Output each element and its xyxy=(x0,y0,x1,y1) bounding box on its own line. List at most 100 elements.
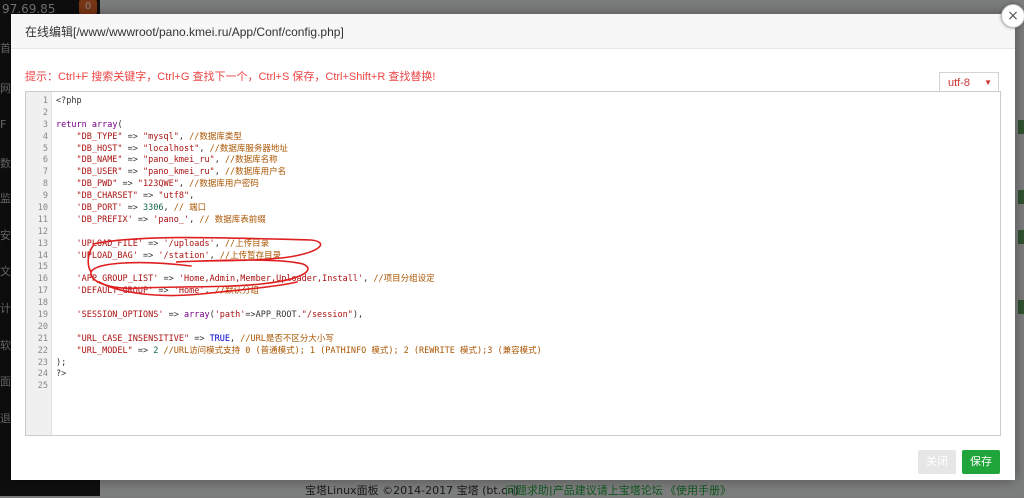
save-button[interactable]: 保存 xyxy=(962,450,1000,474)
code-line: 13 'UPLOAD_FILE' => '/uploads', //上传目录 xyxy=(26,239,1000,251)
code-token: TRUE xyxy=(209,333,231,344)
code-token: => xyxy=(137,250,159,261)
code-token: => xyxy=(122,131,144,142)
code-token: , xyxy=(178,131,190,142)
line-number: 9 xyxy=(42,191,48,202)
code-token: '/uploads' xyxy=(163,238,215,249)
line-number: 2 xyxy=(42,107,48,118)
line-number: 7 xyxy=(42,167,48,178)
code-token: "DB_HOST" xyxy=(76,143,123,154)
line-number: 21 xyxy=(37,333,48,344)
line-number: 15 xyxy=(37,262,48,273)
code-token: "utf8" xyxy=(158,191,190,202)
code-token: 3306 xyxy=(143,203,164,214)
code-line: 19 'SESSION_OPTIONS' => array('path'=>AP… xyxy=(26,310,1000,322)
line-number: 18 xyxy=(37,298,48,309)
code-token: array xyxy=(91,119,118,130)
code-line: 6 "DB_NAME" => "pano_kmei_ru", //数据库名称 xyxy=(26,155,1000,167)
code-text: "DB_HOST" => "localhost", //数据库服务器地址 xyxy=(56,143,288,156)
code-line: 10 'DB_PORT' => 3306, // 端口 xyxy=(26,203,1000,215)
shortcut-hint: 提示：Ctrl+F 搜索关键字，Ctrl+G 查找下一个，Ctrl+S 保存，C… xyxy=(25,71,436,83)
code-token: //URL是否不区分大小写 xyxy=(240,333,334,344)
line-number: 5 xyxy=(42,143,48,154)
dialog-title: 在线编辑[/www/wwwroot/pano.kmei.ru/App/Conf/… xyxy=(25,25,344,39)
code-token: "DB_PWD" xyxy=(76,179,118,190)
code-text: <?php xyxy=(56,96,82,108)
code-token: , xyxy=(214,238,225,249)
code-token: => xyxy=(137,191,159,202)
code-text: 'DB_PORT' => 3306, // 端口 xyxy=(56,203,206,215)
code-token: "URL_CASE_INSENSITIVE" xyxy=(76,333,190,344)
code-line: 1 <?php xyxy=(26,96,1000,108)
code-lines: 1 <?php 2 3 return array(4 "DB_TYPE" => "mys… xyxy=(26,96,1000,393)
code-text: 'DEFAULT_GROUP' => 'Home', //默认分组 xyxy=(56,286,259,298)
code-token: => xyxy=(132,345,154,356)
code-token: "mysql" xyxy=(143,131,179,142)
code-line: 16 'APP_GROUP_LIST' => 'Home,Admin,Membe… xyxy=(26,274,1000,286)
code-text: 'SESSION_OPTIONS' => array('path'=>APP_R… xyxy=(56,310,363,322)
code-token: => xyxy=(163,310,184,321)
code-text: "URL_CASE_INSENSITIVE" => TRUE, //URL是否不… xyxy=(56,333,334,346)
code-token: => xyxy=(132,214,154,225)
code-token: 'DEFAULT_GROUP' xyxy=(76,286,154,297)
online-editor-dialog: 在线编辑[/www/wwwroot/pano.kmei.ru/App/Conf/… xyxy=(11,4,1024,480)
code-line: 15 xyxy=(26,262,1000,274)
code-token: //项目分组设定 xyxy=(373,274,435,285)
code-token: "/session" xyxy=(301,310,353,321)
encoding-select[interactable]: utf-8 ▼ xyxy=(939,72,999,92)
code-text: 'DB_PREFIX' => 'pano_', // 数据库表前缀 xyxy=(56,214,265,227)
code-line: 9 "DB_CHARSET" => "utf8", xyxy=(26,191,1000,203)
line-number: 13 xyxy=(37,238,48,249)
code-token: //数据库名称 xyxy=(224,155,278,166)
code-token: "DB_NAME" xyxy=(76,155,123,166)
encoding-value: utf-8 xyxy=(948,77,971,89)
code-line: 11 'DB_PREFIX' => 'pano_', // 数据库表前缀 xyxy=(26,215,1000,227)
code-token: , xyxy=(189,191,195,202)
code-text: "DB_USER" => "pano_kmei_ru", //数据库用户名 xyxy=(56,167,286,179)
code-line: 24 ?> xyxy=(26,369,1000,381)
code-token: //默认分组 xyxy=(214,286,259,297)
line-number: 16 xyxy=(37,274,48,285)
code-line: 21 "URL_CASE_INSENSITIVE" => TRUE, //URL… xyxy=(26,334,1000,346)
code-token: 'UPLOAD_BAG' xyxy=(76,250,138,261)
code-editor[interactable]: 1 <?php 2 3 return array(4 "DB_TYPE" => "mys… xyxy=(25,91,1001,436)
line-number: 6 xyxy=(42,155,48,166)
code-token: 'UPLOAD_FILE' xyxy=(76,238,144,249)
code-line: 20 xyxy=(26,322,1000,334)
code-text: ?> xyxy=(56,369,66,381)
close-button[interactable]: 关闭 xyxy=(918,450,956,474)
code-token: ), xyxy=(352,310,364,321)
code-token: , xyxy=(209,250,220,261)
code-text: "DB_NAME" => "pano_kmei_ru", //数据库名称 xyxy=(56,155,278,167)
code-text: 'APP_GROUP_LIST' => 'Home,Admin,Member,U… xyxy=(56,274,435,286)
chevron-down-icon: ▼ xyxy=(984,78,992,87)
code-text: 'UPLOAD_FILE' => '/uploads', //上传目录 xyxy=(56,239,269,251)
code-line: 5 "DB_HOST" => "localhost", //数据库服务器地址 xyxy=(26,144,1000,156)
line-number: 17 xyxy=(37,286,48,297)
line-number: 3 xyxy=(42,119,48,130)
code-line: 7 "DB_USER" => "pano_kmei_ru", //数据库用户名 xyxy=(26,167,1000,179)
code-token: //URL访问模式支持 0 (普通模式); 1 (PATHINFO 模式); 2… xyxy=(163,345,542,356)
code-token: "URL_MODEL" xyxy=(76,345,133,356)
code-token: => xyxy=(189,333,210,344)
code-token: , xyxy=(199,143,210,154)
code-token: <?php xyxy=(56,96,82,106)
line-number: 20 xyxy=(37,321,48,332)
code-token: => xyxy=(122,203,144,214)
code-token: "DB_TYPE" xyxy=(76,131,123,142)
code-token: "DB_USER" xyxy=(76,167,123,178)
code-line: 2 xyxy=(26,108,1000,120)
code-token: , xyxy=(214,167,225,178)
code-text: return array( xyxy=(56,120,123,132)
line-number: 14 xyxy=(37,250,48,261)
code-line: 12 xyxy=(26,227,1000,239)
close-icon[interactable]: × xyxy=(1001,4,1024,28)
code-token: //数据库服务器地址 xyxy=(209,143,288,154)
